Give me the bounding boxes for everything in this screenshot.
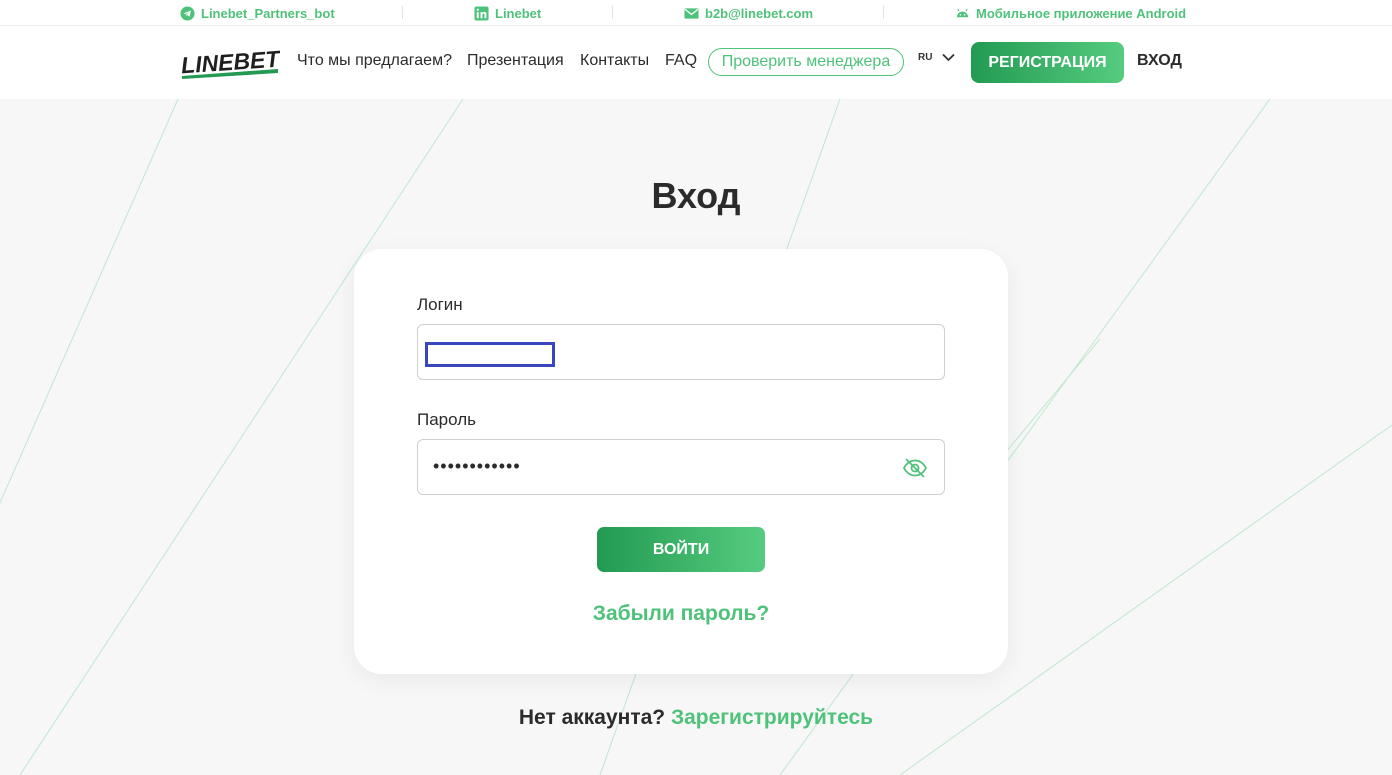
login-label: Логин: [417, 295, 463, 314]
nav-what-we-offer[interactable]: Что мы предлагаем?: [297, 49, 452, 73]
language-label: RU: [918, 52, 933, 63]
password-label: Пароль: [417, 410, 476, 429]
divider: [612, 6, 613, 19]
password-field[interactable]: ••••••••••••: [417, 439, 945, 495]
telegram-link[interactable]: Linebet_Partners_bot: [180, 4, 335, 22]
nav-presentation[interactable]: Презентация: [467, 49, 564, 73]
language-selector[interactable]: RU: [918, 52, 956, 63]
login-card: Логин Пароль •••••••••••• ВОЙТИ Забыли п…: [354, 249, 1008, 674]
divider: [883, 6, 884, 19]
android-icon: [956, 8, 969, 17]
register-link[interactable]: Зарегистрируйтесь: [671, 706, 873, 729]
android-app-link[interactable]: Мобильное приложение Android: [955, 4, 1186, 22]
linebet-logo[interactable]: LINEBET: [180, 45, 280, 79]
divider: [402, 6, 403, 19]
chevron-down-icon: [942, 53, 956, 62]
linkedin-link[interactable]: Linebet: [474, 4, 541, 22]
top-contact-bar: Linebet_Partners_bot Linebet b2b@linebet…: [0, 0, 1392, 26]
email-icon: [684, 7, 699, 19]
nav-contacts[interactable]: Контакты: [580, 49, 649, 73]
android-label: Мобильное приложение Android: [976, 5, 1187, 21]
email-link[interactable]: b2b@linebet.com: [684, 4, 813, 22]
nav-faq[interactable]: FAQ: [665, 49, 697, 73]
page-title: Вход: [651, 175, 741, 216]
telegram-icon: [180, 5, 195, 21]
linkedin-icon: [474, 5, 489, 21]
login-field[interactable]: [417, 324, 945, 380]
email-label: b2b@linebet.com: [705, 5, 814, 21]
check-manager-button[interactable]: Проверить менеджера: [708, 48, 904, 76]
forgot-password-link[interactable]: Забыли пароль?: [354, 602, 1008, 626]
password-value: ••••••••••••: [433, 456, 521, 476]
login-input[interactable]: [425, 342, 555, 367]
eye-off-icon[interactable]: [902, 456, 928, 480]
login-submit-button[interactable]: ВОЙТИ: [597, 527, 765, 572]
header-login-link[interactable]: ВХОД: [1137, 52, 1182, 70]
telegram-label: Linebet_Partners_bot: [201, 5, 335, 21]
no-account-text: Нет аккаунта?: [518, 706, 666, 729]
register-button[interactable]: РЕГИСТРАЦИЯ: [971, 42, 1124, 83]
no-account-row: Нет аккаунта? Зарегистрируйтесь: [0, 706, 1392, 730]
site-header: LINEBET Что мы предлагаем? Презентация К…: [0, 26, 1392, 99]
linkedin-label: Linebet: [495, 5, 542, 21]
